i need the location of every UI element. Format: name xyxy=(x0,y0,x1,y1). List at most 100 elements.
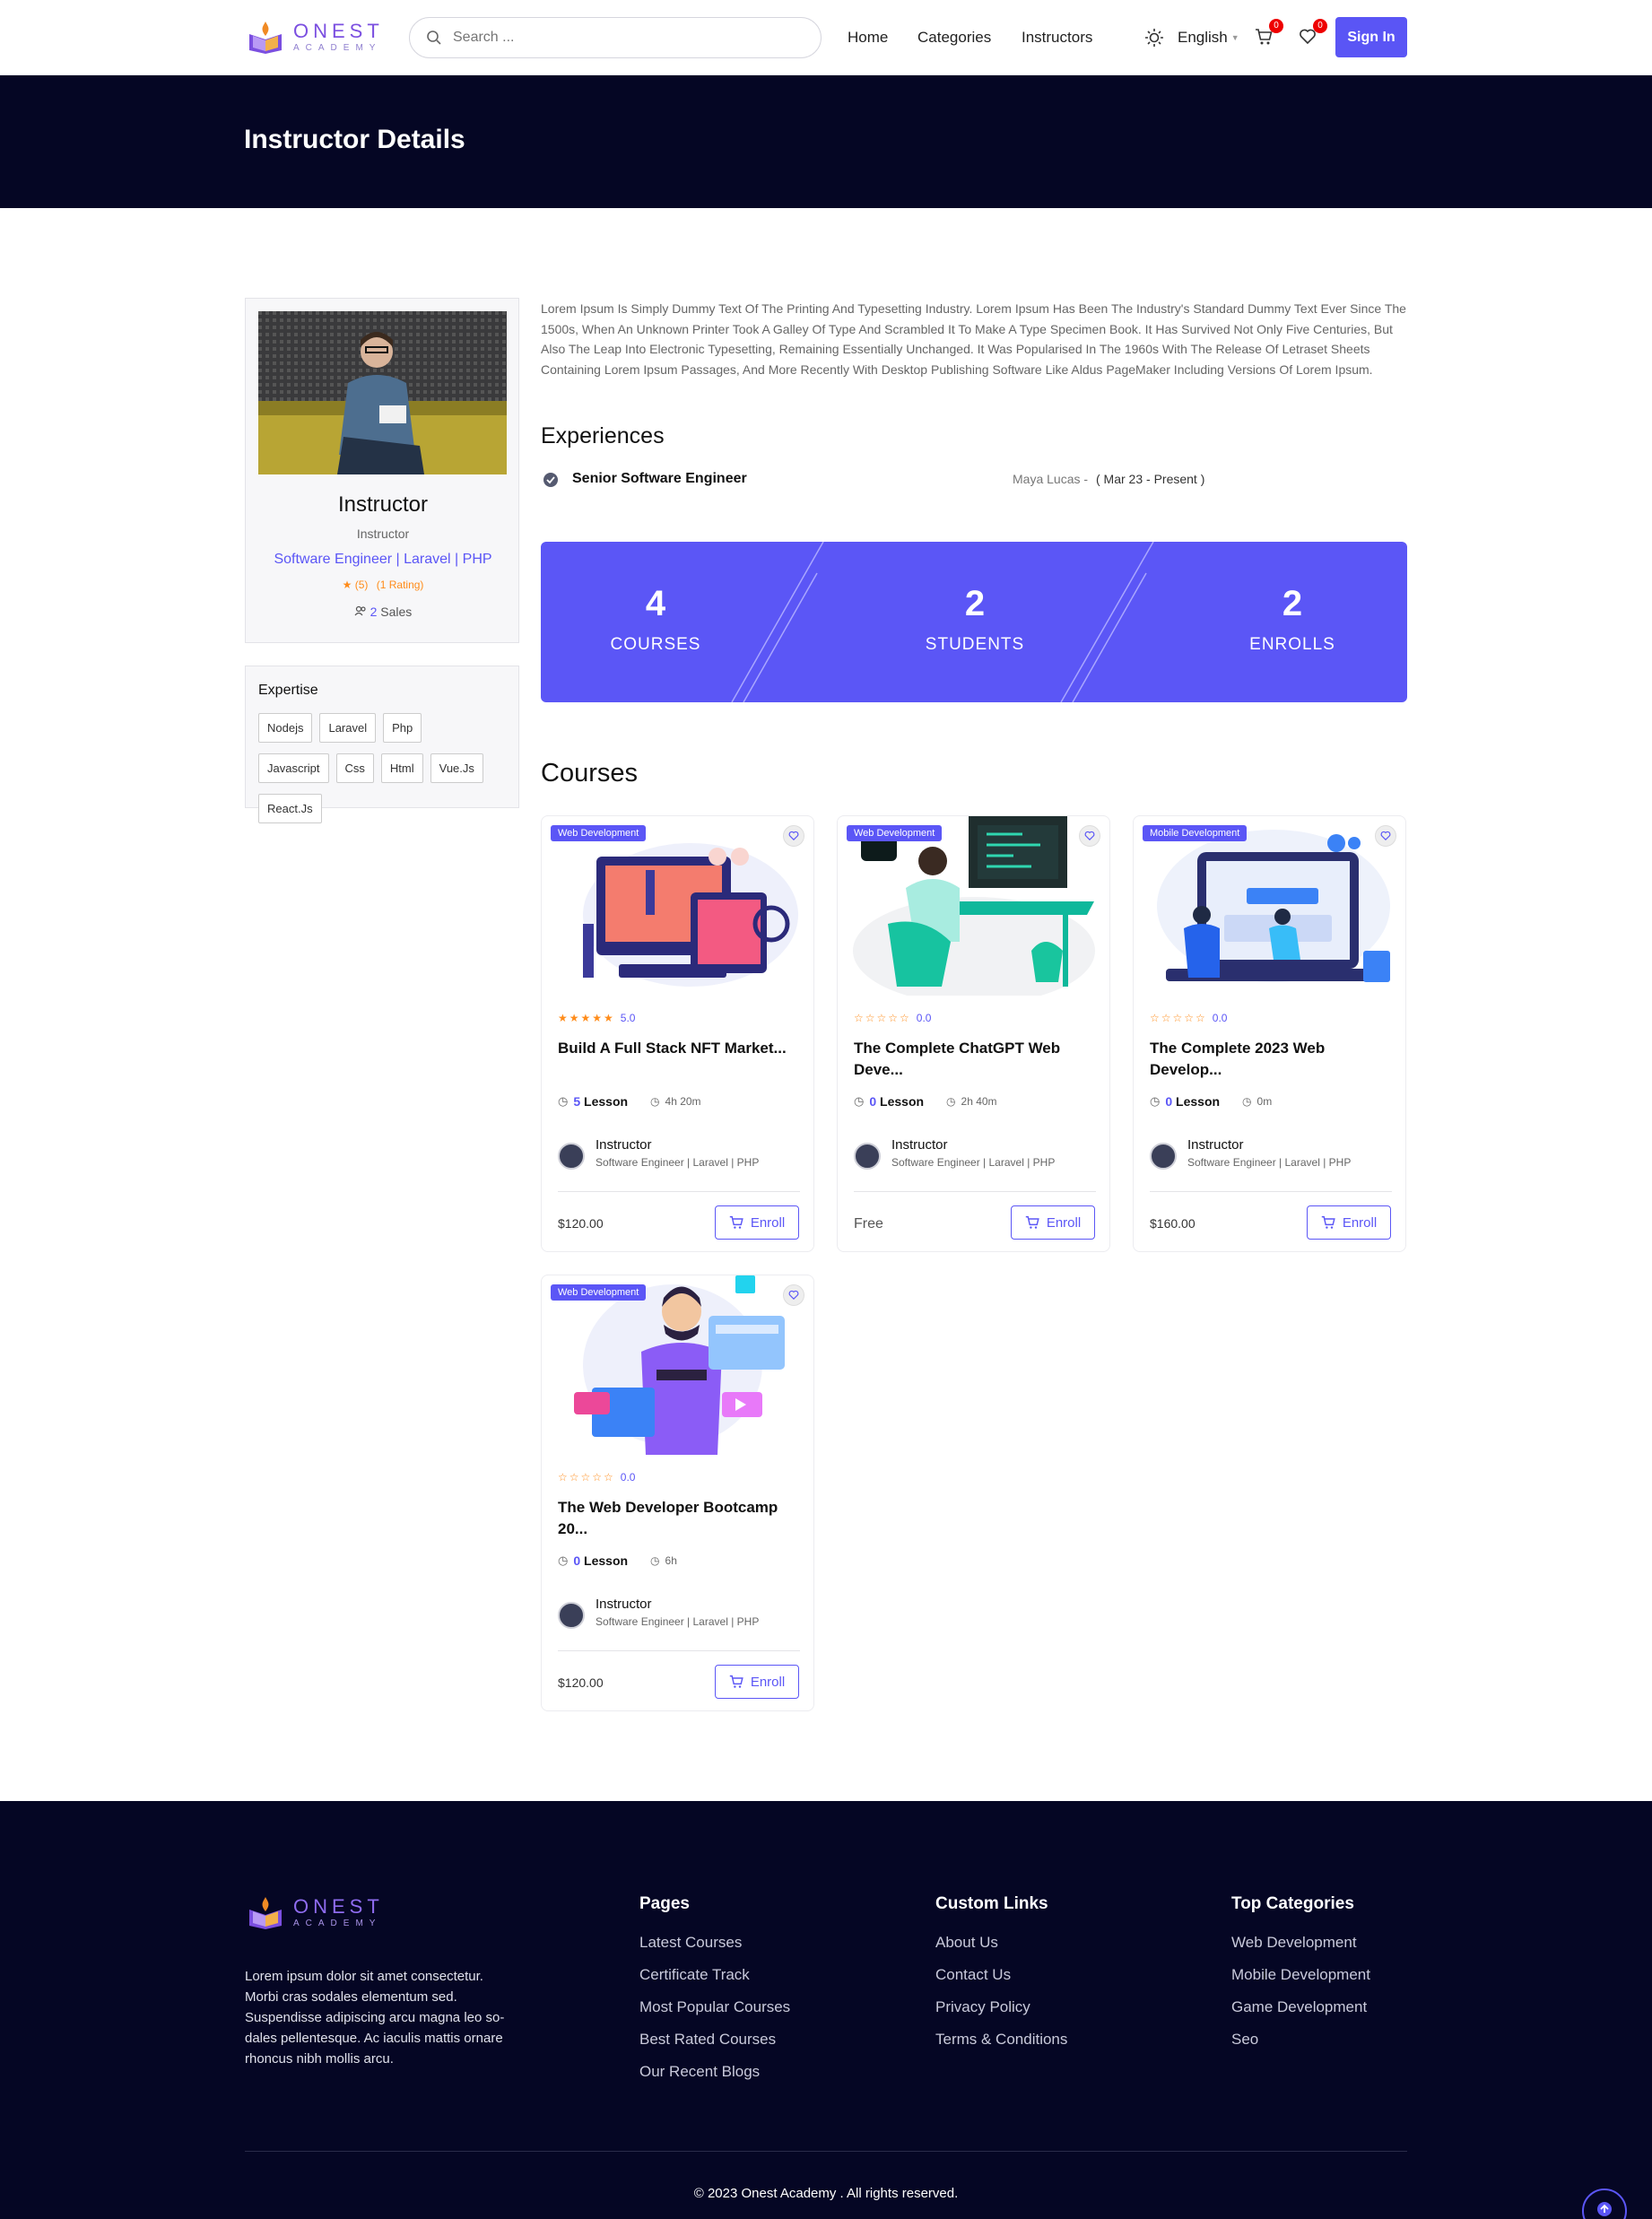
wishlist-heart-button[interactable] xyxy=(1375,825,1396,847)
lesson-count: 0 xyxy=(1165,1094,1173,1109)
heart-icon xyxy=(788,1290,799,1301)
cart-button[interactable]: 0 xyxy=(1255,19,1283,48)
footer-link[interactable]: Terms & Conditions xyxy=(935,2031,1067,2049)
nav-home[interactable]: Home xyxy=(848,29,888,47)
course-meta: ◷ 0 Lesson ◷ 6h xyxy=(558,1553,677,1568)
footer-logo[interactable]: ONEST ACADEMY xyxy=(247,1893,384,1931)
footer-link[interactable]: Most Popular Courses xyxy=(639,1998,790,2016)
course-instructor-name: Instructor xyxy=(1187,1137,1244,1153)
footer-link[interactable]: Latest Courses xyxy=(639,1934,790,1952)
wishlist-heart-button[interactable] xyxy=(783,1284,804,1306)
clock-icon: ◷ xyxy=(854,1094,865,1108)
course-card[interactable]: Web Development ☆☆☆☆☆ 0.0 The Complete Ch… xyxy=(837,815,1110,1252)
course-title[interactable]: The Web Developer Bootcamp 20... xyxy=(558,1497,796,1540)
clock-icon: ◷ xyxy=(650,1554,660,1567)
lesson-label: Lesson xyxy=(584,1094,629,1109)
footer-top-categories: Top Categories Web Development Mobile De… xyxy=(1231,1894,1370,2063)
footer-link[interactable]: Best Rated Courses xyxy=(639,2031,790,2049)
nav-instructors[interactable]: Instructors xyxy=(1022,29,1092,47)
expertise-tag: Css xyxy=(335,753,374,783)
language-label: English xyxy=(1178,29,1228,46)
course-duration: 6h xyxy=(665,1554,677,1567)
footer-link[interactable]: Mobile Development xyxy=(1231,1966,1370,1984)
footer-link[interactable]: Our Recent Blogs xyxy=(639,2063,790,2081)
wishlist-heart-button[interactable] xyxy=(1079,825,1100,847)
enroll-button[interactable]: Enroll xyxy=(715,1665,799,1699)
stat-courses-label: COURSES xyxy=(610,635,701,654)
course-card[interactable]: Web Development ☆☆☆☆☆ 0.0 The Web Develop… xyxy=(541,1275,814,1711)
stat-students: 2 STUDENTS xyxy=(885,584,1065,655)
enroll-label: Enroll xyxy=(1342,1214,1378,1231)
cart-icon xyxy=(729,1675,743,1688)
cart-icon xyxy=(1321,1215,1335,1229)
course-card[interactable]: Mobile Development ☆☆☆☆☆ 0.0 The Complete… xyxy=(1133,815,1406,1252)
cart-count-badge: 0 xyxy=(1269,19,1283,33)
course-price: Free xyxy=(854,1216,883,1231)
course-price: $120.00 xyxy=(558,1675,604,1690)
footer-logo-main: ONEST xyxy=(293,1894,384,1918)
experiences-title: Experiences xyxy=(541,423,665,448)
course-title[interactable]: The Complete ChatGPT Web Deve... xyxy=(854,1038,1091,1081)
experience-period: ( Mar 23 - Present ) xyxy=(1096,472,1205,486)
clock-icon: ◷ xyxy=(650,1095,660,1108)
enroll-button[interactable]: Enroll xyxy=(1307,1205,1391,1240)
course-instructor-name: Instructor xyxy=(596,1137,652,1153)
theme-toggle[interactable] xyxy=(1144,28,1164,52)
footer-link[interactable]: Contact Us xyxy=(935,1966,1067,1984)
course-thumbnail-image xyxy=(852,816,1096,996)
rating-stars-icon: ☆☆☆☆☆ xyxy=(558,1471,615,1484)
course-instructor-role: Software Engineer | Laravel | PHP xyxy=(596,1156,760,1169)
nav-categories-link[interactable]: Categories xyxy=(917,29,991,46)
instructor-name: Instructor xyxy=(337,492,429,517)
rating-value: 5.0 xyxy=(620,1012,636,1024)
instructor-photo xyxy=(258,311,507,474)
footer-link[interactable]: About Us xyxy=(935,1934,1067,1952)
wishlist-count-badge: 0 xyxy=(1313,19,1327,33)
footer-link[interactable]: Game Development xyxy=(1231,1998,1370,2016)
footer-link[interactable]: Privacy Policy xyxy=(935,1998,1067,2016)
footer-link[interactable]: Certificate Track xyxy=(639,1966,790,1984)
course-rating: ☆☆☆☆☆ 0.0 xyxy=(558,1471,635,1484)
wishlist-heart-button[interactable] xyxy=(783,825,804,847)
course-title[interactable]: Build A Full Stack NFT Market... xyxy=(558,1038,796,1059)
rating-stars-icon: ☆☆☆☆☆ xyxy=(1150,1012,1207,1024)
instructor-avatar xyxy=(854,1143,881,1170)
logo-book-icon xyxy=(249,22,282,54)
expertise-tags: Nodejs Laravel Php Javascript Css Html Vue.Js R… xyxy=(258,713,506,834)
logo-book-icon xyxy=(249,1897,282,1929)
chevron-down-icon: ▼ xyxy=(1230,33,1239,42)
rating-value: 0.0 xyxy=(916,1012,932,1024)
heart-icon xyxy=(1084,831,1095,841)
users-icon xyxy=(354,605,370,619)
card-divider xyxy=(854,1191,1096,1192)
expertise-tag: Php xyxy=(383,713,422,743)
sign-in-button[interactable]: Sign In xyxy=(1335,17,1407,57)
course-rating: ☆☆☆☆☆ 0.0 xyxy=(1150,1012,1227,1024)
instructor-avatar xyxy=(558,1602,585,1629)
course-title[interactable]: The Complete 2023 Web Develop... xyxy=(1150,1038,1387,1081)
footer-link[interactable]: Web Development xyxy=(1231,1934,1370,1952)
lesson-count: 0 xyxy=(573,1553,581,1568)
course-card[interactable]: Web Development ★★★★★ 5.0 Build A Full St… xyxy=(541,815,814,1252)
site-logo[interactable]: ONEST ACADEMY xyxy=(247,18,384,56)
enroll-button[interactable]: Enroll xyxy=(715,1205,799,1240)
course-price: $160.00 xyxy=(1150,1216,1196,1231)
search-box xyxy=(409,17,822,58)
enroll-button[interactable]: Enroll xyxy=(1011,1205,1095,1240)
course-meta: ◷ 5 Lesson ◷ 4h 20m xyxy=(558,1094,701,1109)
footer-logo-sub: ACADEMY xyxy=(293,1918,382,1928)
wishlist-button[interactable]: 0 xyxy=(1299,19,1327,48)
nav-instructors-link[interactable]: Instructors xyxy=(1022,29,1092,46)
search-input[interactable] xyxy=(453,30,794,46)
language-select[interactable]: English ▼ xyxy=(1178,29,1239,47)
courses-title: Courses xyxy=(541,759,638,788)
clock-icon: ◷ xyxy=(946,1095,956,1108)
footer-custom-title: Custom Links xyxy=(935,1894,1048,1913)
footer-link[interactable]: Seo xyxy=(1231,2031,1370,2049)
cart-icon xyxy=(1025,1215,1039,1229)
lesson-label: Lesson xyxy=(880,1094,925,1109)
nav-categories[interactable]: Categories xyxy=(917,29,991,47)
instructor-designation: Software Engineer | Laravel | PHP xyxy=(274,552,492,567)
nav-home-link[interactable]: Home xyxy=(848,29,888,46)
rating-stars-icon: ★★★★★ xyxy=(558,1012,615,1024)
